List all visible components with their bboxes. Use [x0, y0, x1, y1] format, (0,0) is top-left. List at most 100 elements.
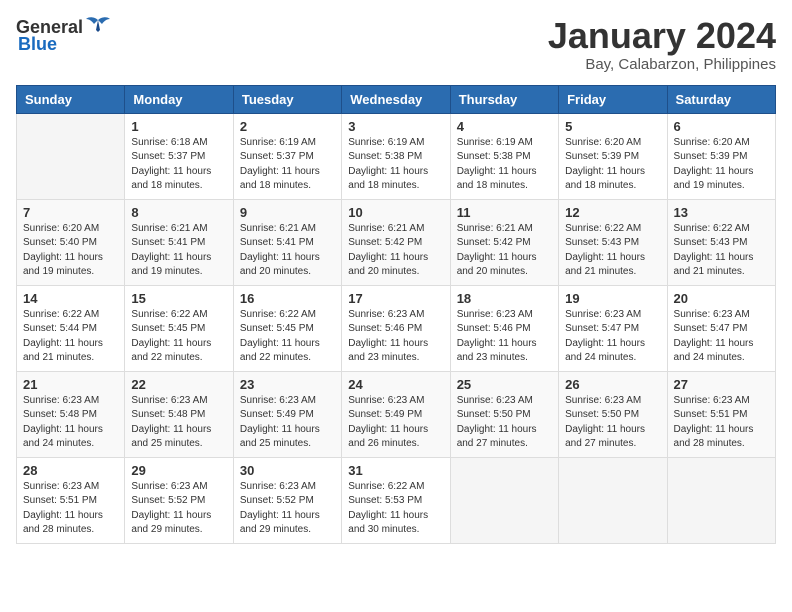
- header-tuesday: Tuesday: [233, 85, 341, 113]
- day-info: Sunrise: 6:23 AM Sunset: 5:51 PM Dayligh…: [674, 394, 769, 452]
- day-number: 1: [131, 119, 226, 134]
- day-info: Sunrise: 6:23 AM Sunset: 5:51 PM Dayligh…: [23, 480, 118, 538]
- calendar-week-1: 7 Sunrise: 6:20 AM Sunset: 5:40 PM Daylig…: [17, 199, 776, 285]
- calendar-header-row: SundayMondayTuesdayWednesdayThursdayFrid…: [17, 85, 776, 113]
- day-number: 29: [131, 463, 226, 478]
- calendar-subtitle: Bay, Calabarzon, Philippines: [548, 56, 776, 73]
- day-info: Sunrise: 6:23 AM Sunset: 5:47 PM Dayligh…: [674, 308, 769, 366]
- calendar-cell: 14 Sunrise: 6:22 AM Sunset: 5:44 PM Dayli…: [17, 285, 125, 371]
- day-info: Sunrise: 6:22 AM Sunset: 5:44 PM Dayligh…: [23, 308, 118, 366]
- calendar-cell: 3 Sunrise: 6:19 AM Sunset: 5:38 PM Daylig…: [342, 113, 450, 199]
- calendar-week-0: 1 Sunrise: 6:18 AM Sunset: 5:37 PM Daylig…: [17, 113, 776, 199]
- day-info: Sunrise: 6:21 AM Sunset: 5:41 PM Dayligh…: [240, 222, 335, 280]
- day-info: Sunrise: 6:23 AM Sunset: 5:48 PM Dayligh…: [131, 394, 226, 452]
- calendar-cell: 21 Sunrise: 6:23 AM Sunset: 5:48 PM Dayli…: [17, 371, 125, 457]
- day-number: 26: [565, 377, 660, 392]
- day-info: Sunrise: 6:22 AM Sunset: 5:53 PM Dayligh…: [348, 480, 443, 538]
- calendar-cell: 11Sunrise: 6:21 AM Sunset: 5:42 PM Dayli…: [450, 199, 558, 285]
- day-number: 9: [240, 205, 335, 220]
- header-wednesday: Wednesday: [342, 85, 450, 113]
- calendar-cell: 8 Sunrise: 6:21 AM Sunset: 5:41 PM Daylig…: [125, 199, 233, 285]
- calendar-week-4: 28 Sunrise: 6:23 AM Sunset: 5:51 PM Dayli…: [17, 457, 776, 543]
- day-number: 11: [457, 205, 552, 220]
- calendar-cell: 31 Sunrise: 6:22 AM Sunset: 5:53 PM Dayli…: [342, 457, 450, 543]
- calendar-cell: [559, 457, 667, 543]
- calendar-cell: 22 Sunrise: 6:23 AM Sunset: 5:48 PM Dayli…: [125, 371, 233, 457]
- calendar-cell: 6Sunrise: 6:20 AM Sunset: 5:39 PM Daylig…: [667, 113, 775, 199]
- day-number: 7: [23, 205, 118, 220]
- calendar-cell: 20 Sunrise: 6:23 AM Sunset: 5:47 PM Dayli…: [667, 285, 775, 371]
- day-number: 10: [348, 205, 443, 220]
- calendar-week-2: 14 Sunrise: 6:22 AM Sunset: 5:44 PM Dayli…: [17, 285, 776, 371]
- day-number: 27: [674, 377, 769, 392]
- day-number: 20: [674, 291, 769, 306]
- calendar-cell: [17, 113, 125, 199]
- calendar-cell: 23Sunrise: 6:23 AM Sunset: 5:49 PM Dayli…: [233, 371, 341, 457]
- calendar-cell: 26Sunrise: 6:23 AM Sunset: 5:50 PM Dayli…: [559, 371, 667, 457]
- day-number: 30: [240, 463, 335, 478]
- calendar-cell: 19Sunrise: 6:23 AM Sunset: 5:47 PM Dayli…: [559, 285, 667, 371]
- calendar-cell: 1 Sunrise: 6:18 AM Sunset: 5:37 PM Daylig…: [125, 113, 233, 199]
- calendar-cell: 28 Sunrise: 6:23 AM Sunset: 5:51 PM Dayli…: [17, 457, 125, 543]
- day-info: Sunrise: 6:23 AM Sunset: 5:49 PM Dayligh…: [348, 394, 443, 452]
- day-info: Sunrise: 6:23 AM Sunset: 5:48 PM Dayligh…: [23, 394, 118, 452]
- header-thursday: Thursday: [450, 85, 558, 113]
- calendar-cell: 30 Sunrise: 6:23 AM Sunset: 5:52 PM Dayli…: [233, 457, 341, 543]
- calendar-cell: 13 Sunrise: 6:22 AM Sunset: 5:43 PM Dayli…: [667, 199, 775, 285]
- day-number: 16: [240, 291, 335, 306]
- day-info: Sunrise: 6:21 AM Sunset: 5:42 PM Dayligh…: [348, 222, 443, 280]
- day-info: Sunrise: 6:19 AM Sunset: 5:38 PM Dayligh…: [348, 136, 443, 194]
- day-number: 31: [348, 463, 443, 478]
- calendar-cell: 25Sunrise: 6:23 AM Sunset: 5:50 PM Dayli…: [450, 371, 558, 457]
- day-number: 5: [565, 119, 660, 134]
- header-monday: Monday: [125, 85, 233, 113]
- calendar-cell: 5 Sunrise: 6:20 AM Sunset: 5:39 PM Daylig…: [559, 113, 667, 199]
- calendar-cell: 2Sunrise: 6:19 AM Sunset: 5:37 PM Daylig…: [233, 113, 341, 199]
- day-info: Sunrise: 6:23 AM Sunset: 5:47 PM Dayligh…: [565, 308, 660, 366]
- calendar-cell: 17 Sunrise: 6:23 AM Sunset: 5:46 PM Dayli…: [342, 285, 450, 371]
- calendar-cell: [450, 457, 558, 543]
- day-number: 3: [348, 119, 443, 134]
- day-number: 18: [457, 291, 552, 306]
- day-number: 24: [348, 377, 443, 392]
- day-info: Sunrise: 6:19 AM Sunset: 5:38 PM Dayligh…: [457, 136, 552, 194]
- day-number: 21: [23, 377, 118, 392]
- day-number: 14: [23, 291, 118, 306]
- day-info: Sunrise: 6:22 AM Sunset: 5:45 PM Dayligh…: [131, 308, 226, 366]
- day-info: Sunrise: 6:22 AM Sunset: 5:43 PM Dayligh…: [674, 222, 769, 280]
- calendar-table: SundayMondayTuesdayWednesdayThursdayFrid…: [16, 85, 776, 544]
- page-header: General Blue January 2024 Bay, Calabarzo…: [16, 16, 776, 73]
- day-info: Sunrise: 6:23 AM Sunset: 5:46 PM Dayligh…: [348, 308, 443, 366]
- day-info: Sunrise: 6:22 AM Sunset: 5:45 PM Dayligh…: [240, 308, 335, 366]
- day-number: 8: [131, 205, 226, 220]
- calendar-week-3: 21 Sunrise: 6:23 AM Sunset: 5:48 PM Dayli…: [17, 371, 776, 457]
- calendar-cell: 24 Sunrise: 6:23 AM Sunset: 5:49 PM Dayli…: [342, 371, 450, 457]
- header-sunday: Sunday: [17, 85, 125, 113]
- calendar-cell: [667, 457, 775, 543]
- calendar-cell: 16 Sunrise: 6:22 AM Sunset: 5:45 PM Dayli…: [233, 285, 341, 371]
- logo: General Blue: [16, 16, 111, 55]
- calendar-title: January 2024: [548, 16, 776, 56]
- day-number: 12: [565, 205, 660, 220]
- logo-bird-icon: [85, 16, 111, 38]
- day-number: 17: [348, 291, 443, 306]
- day-number: 28: [23, 463, 118, 478]
- day-number: 22: [131, 377, 226, 392]
- calendar-cell: 18 Sunrise: 6:23 AM Sunset: 5:46 PM Dayli…: [450, 285, 558, 371]
- logo-blue-text: Blue: [18, 34, 57, 55]
- header-friday: Friday: [559, 85, 667, 113]
- day-number: 23: [240, 377, 335, 392]
- day-info: Sunrise: 6:23 AM Sunset: 5:46 PM Dayligh…: [457, 308, 552, 366]
- calendar-cell: 10 Sunrise: 6:21 AM Sunset: 5:42 PM Dayli…: [342, 199, 450, 285]
- day-info: Sunrise: 6:18 AM Sunset: 5:37 PM Dayligh…: [131, 136, 226, 194]
- day-number: 13: [674, 205, 769, 220]
- day-info: Sunrise: 6:20 AM Sunset: 5:39 PM Dayligh…: [565, 136, 660, 194]
- day-info: Sunrise: 6:21 AM Sunset: 5:41 PM Dayligh…: [131, 222, 226, 280]
- day-info: Sunrise: 6:23 AM Sunset: 5:52 PM Dayligh…: [240, 480, 335, 538]
- header-saturday: Saturday: [667, 85, 775, 113]
- day-number: 15: [131, 291, 226, 306]
- calendar-cell: 7 Sunrise: 6:20 AM Sunset: 5:40 PM Daylig…: [17, 199, 125, 285]
- calendar-cell: 29Sunrise: 6:23 AM Sunset: 5:52 PM Dayli…: [125, 457, 233, 543]
- calendar-cell: 12Sunrise: 6:22 AM Sunset: 5:43 PM Dayli…: [559, 199, 667, 285]
- day-info: Sunrise: 6:20 AM Sunset: 5:40 PM Dayligh…: [23, 222, 118, 280]
